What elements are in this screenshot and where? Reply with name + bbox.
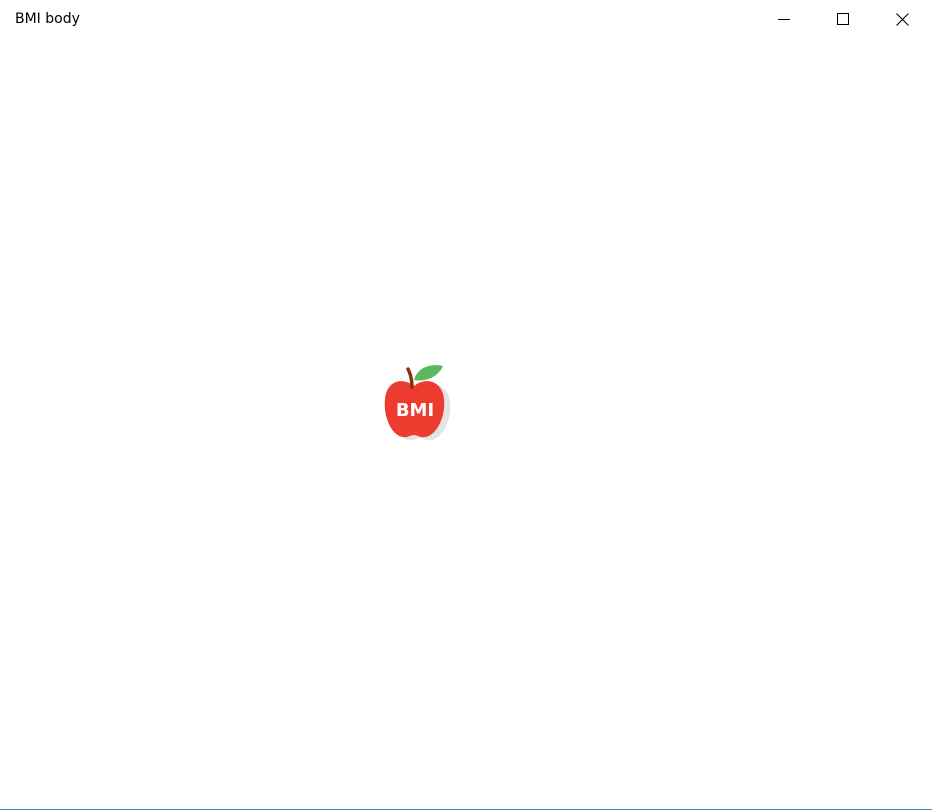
window-title: BMI body [15,11,80,27]
maximize-icon [837,13,849,25]
close-button[interactable] [873,0,931,38]
minimize-icon [778,19,790,20]
app-window: BMI body BMI [0,0,932,810]
apple-leaf [414,365,443,381]
title-bar[interactable]: BMI body [0,0,932,38]
logo-text: BMI [396,400,434,421]
app-content: BMI [0,38,932,809]
apple-icon: BMI [384,365,451,441]
close-icon [895,12,909,26]
maximize-button[interactable] [814,0,872,38]
minimize-button[interactable] [755,0,813,38]
